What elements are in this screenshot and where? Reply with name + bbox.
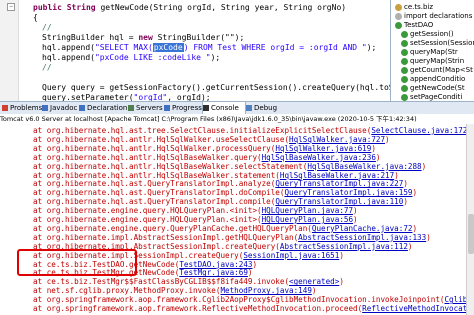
code-line[interactable]: public String getNewCode(String orgId, S… <box>33 2 346 13</box>
code-token: hql.append( <box>42 43 95 52</box>
outline-item-label: queryMap(Str <box>410 48 458 56</box>
code-token: "orgId" <box>133 93 168 101</box>
servers-icon <box>128 105 134 111</box>
tab-progress[interactable]: Progress <box>164 102 202 114</box>
code-token: new <box>138 33 153 42</box>
code-token: // <box>42 23 52 32</box>
code-line[interactable]: hql.append("pxCode LIKE :codeLike "); <box>42 52 220 63</box>
code-token: // <box>42 63 52 72</box>
stack-frame-close: ) <box>339 250 344 260</box>
progress-icon <box>164 105 170 111</box>
problems-icon <box>2 105 8 111</box>
method-icon <box>401 39 408 47</box>
fold-collapse-icon[interactable]: − <box>7 3 15 11</box>
code-token: hql.append( <box>42 53 95 62</box>
package-icon <box>395 12 402 20</box>
outline-item-label: import declarations <box>404 12 473 20</box>
code-token: "pxCode LIKE :codeLike " <box>94 53 211 62</box>
code-token: ); <box>210 53 221 62</box>
outline-item-label: setPageConditi <box>410 93 463 101</box>
code-token: StringBuilder(""); <box>152 33 245 42</box>
outline-item-label: TestDAO <box>404 21 434 29</box>
stack-frame-close: ) <box>339 277 344 287</box>
tab-label: Debug <box>254 104 278 112</box>
stack-frame-text: at org.springframework.aop.framework.Ref… <box>33 304 363 313</box>
javadoc-icon <box>42 105 48 111</box>
tab-label: Declaration <box>87 104 128 112</box>
source-link[interactable]: ReflectiveMethodInvocation.java <box>362 304 474 313</box>
outline-item-label: ce.ts.biz <box>404 3 434 11</box>
tab-label: Servers <box>136 104 163 112</box>
stack-frame-close: ) <box>403 197 408 207</box>
package-icon <box>395 3 402 11</box>
code-token: public String <box>33 3 101 12</box>
debug-icon <box>246 105 252 111</box>
code-token: ); <box>366 43 377 52</box>
code-token: ) FROM Test WHERE orgId = :orgId AND " <box>183 43 367 52</box>
outline-item-label: appendConditio <box>410 75 466 83</box>
tab-problems[interactable]: Problems <box>2 102 43 114</box>
method-icon <box>401 66 408 74</box>
stack-frame-close: ) <box>421 161 427 171</box>
stack-frame-close: ) <box>412 188 418 198</box>
method-icon <box>401 30 408 38</box>
console-scrollbar[interactable] <box>466 124 474 315</box>
method-icon <box>401 84 408 92</box>
code-token: Query query = getSessionFactory().getCur… <box>42 83 390 92</box>
outline-view[interactable]: ce.ts.biz import declarations TestDAO getSe… <box>390 0 474 101</box>
code-token: getNewCode(String orgId, String year, St… <box>100 3 347 12</box>
editor-gutter: − <box>0 0 19 101</box>
stack-trace-line: at org.springframework.aop.framework.Ref… <box>33 303 474 314</box>
code-token: , orgId); <box>167 93 211 101</box>
outline-item-label: getCount(Map<St <box>410 66 473 74</box>
method-icon <box>401 75 408 83</box>
code-editor[interactable]: − public String getNewCode(String orgId,… <box>0 0 390 101</box>
tab-label: Console <box>211 104 239 112</box>
views-tab-bar: Problems Javadoc Declaration Servers Progres… <box>0 101 474 115</box>
code-token: query.setParameter( <box>42 93 134 101</box>
tab-servers[interactable]: Servers <box>128 102 163 114</box>
code-line[interactable]: { <box>33 12 38 23</box>
selected-text: pxCode <box>152 43 184 52</box>
stack-frame-close: ) <box>385 134 390 144</box>
declaration-icon <box>79 105 85 111</box>
tab-label: Problems <box>10 104 43 112</box>
method-icon <box>401 48 408 56</box>
console-icon <box>203 105 209 111</box>
scrollbar-thumb[interactable] <box>468 214 474 254</box>
console-output[interactable]: at org.hibernate.hql.ast.tree.SelectClau… <box>0 124 474 315</box>
tab-debug[interactable]: Debug <box>246 102 282 114</box>
method-icon <box>401 93 408 101</box>
stack-frame-close: ) <box>426 232 431 242</box>
outline-item-label: setSession(Session) <box>410 39 474 47</box>
class-icon <box>395 21 402 29</box>
error-highlight-box <box>17 249 137 276</box>
source-link[interactable]: SessionImpl.java:1651 <box>243 251 339 260</box>
tab-label: Javadoc <box>50 104 78 112</box>
code-line[interactable]: query.setParameter("orgId", orgId); <box>42 92 211 101</box>
outline-item-label: getSession() <box>410 30 454 38</box>
tab-javadoc[interactable]: Javadoc <box>42 102 77 114</box>
outline-item-label: getNewCode(St <box>410 84 465 92</box>
stack-frame-close: ) <box>252 259 258 269</box>
code-token: "SELECT MAX( <box>94 43 153 52</box>
outline-item[interactable]: setPageConditi <box>401 92 462 101</box>
tab-declaration[interactable]: Declaration <box>79 102 128 114</box>
stack-frame-close: ) <box>407 241 413 251</box>
code-token: { <box>33 13 38 22</box>
tab-label: Progress <box>172 104 202 112</box>
code-line[interactable]: // <box>42 62 52 73</box>
outline-item-label: queryMap(Strin <box>410 57 465 65</box>
code-token: StringBuilder hql = <box>42 33 139 42</box>
method-icon <box>401 57 408 65</box>
